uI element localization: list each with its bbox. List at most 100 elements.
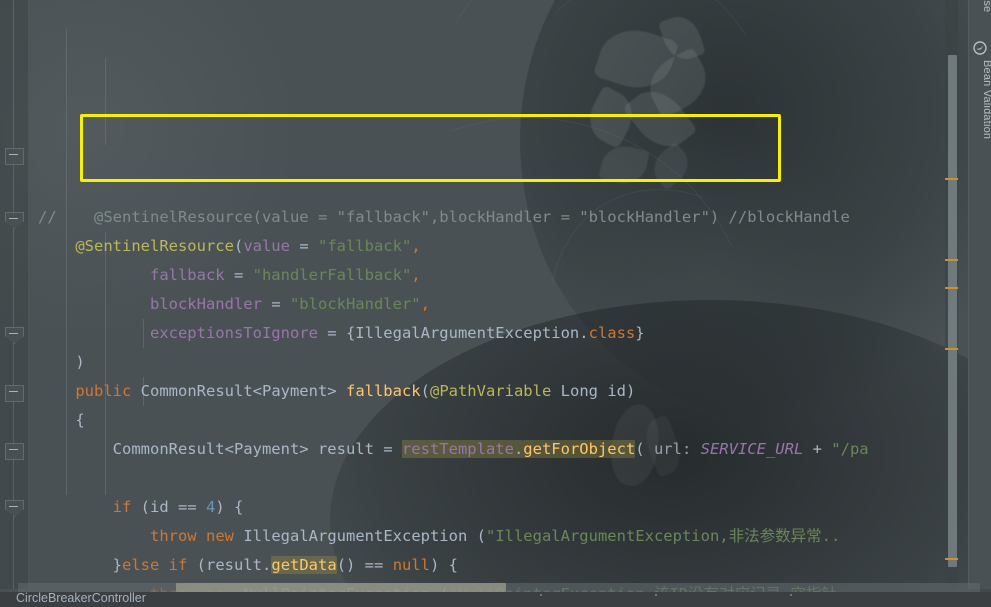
fold-marker-6[interactable] <box>5 500 24 517</box>
vertical-scrollbar-thumb[interactable] <box>948 55 957 567</box>
breadcrumb[interactable]: CircleBreakerController <box>16 591 146 605</box>
code-token: == <box>168 498 206 516</box>
line-annotation-open[interactable]: @SentinelResource(value = "fallback", <box>28 232 991 261</box>
bean-validation-icon <box>973 40 987 55</box>
line-fallback-attr[interactable]: fallback = "handlerFallback", <box>28 261 991 290</box>
code-token: "handlerFallback" <box>252 266 412 284</box>
code-token: else <box>122 556 160 574</box>
code-token: = <box>373 440 402 458</box>
code-token: CommonResult<Payment> <box>112 440 309 458</box>
line-else-if-getdata[interactable]: }else if (result.getData() == null) { <box>28 551 991 580</box>
code-token: ( <box>131 498 150 516</box>
marker-stripe-5[interactable] <box>945 558 958 560</box>
code-token: . <box>579 324 589 342</box>
editor-gutter[interactable] <box>0 0 29 589</box>
marker-stripe-4[interactable] <box>945 348 958 350</box>
code-token: Long <box>560 382 598 400</box>
marker-stripe-1[interactable] <box>945 178 958 180</box>
line-exceptions-to-ignore[interactable]: exceptionsToIgnore = {IllegalArgumentExc… <box>28 319 991 348</box>
ide-editor-window: // @SentinelResource(value = "fallback",… <box>0 0 991 607</box>
code-token: IllegalArgumentException <box>355 324 580 342</box>
code-text-area[interactable]: // @SentinelResource(value = "fallback",… <box>28 0 991 603</box>
code-token: ) <box>626 382 636 400</box>
code-token: throw <box>149 527 197 545</box>
code-token: "IllegalArgumentException,非法参数异常.. <box>485 527 841 545</box>
code-token: = <box>261 295 290 313</box>
line-annotation-close[interactable]: ) <box>28 348 991 377</box>
code-token: = <box>289 237 318 255</box>
code-token: null <box>392 556 431 574</box>
line-method-open-brace[interactable]: { <box>28 406 991 435</box>
code-token: "blockHandler" <box>289 295 421 313</box>
code-token: @PathVariable <box>429 382 552 400</box>
code-token: { <box>75 411 85 429</box>
code-token: getForObject <box>523 440 636 458</box>
code-token: 4 <box>206 498 216 516</box>
code-token: result <box>206 556 263 574</box>
code-token: class <box>588 324 636 342</box>
line-commented-annotation[interactable]: // @SentinelResource(value = "fallback",… <box>28 203 991 232</box>
right-tool-window-strip[interactable]: ase Bean Validation <box>968 0 991 589</box>
code-token: ( <box>187 556 207 574</box>
tool-tab-clipped[interactable]: ase <box>971 0 991 12</box>
fold-marker-3[interactable] <box>5 327 24 344</box>
code-token: @SentinelResource(value = "fallback",blo… <box>94 208 850 226</box>
marker-stripe-3[interactable] <box>945 287 958 289</box>
code-token: if <box>168 556 188 574</box>
line-blank-1[interactable] <box>28 464 991 493</box>
fold-marker-2[interactable] <box>5 212 24 229</box>
code-token: ( <box>420 382 430 400</box>
code-token: } <box>635 324 645 342</box>
code-token: , <box>411 266 421 284</box>
line-if-id-check[interactable]: if (id == 4) { <box>28 493 991 522</box>
code-token: // <box>38 208 94 226</box>
code-token: id <box>607 382 626 400</box>
line-rest-template-call[interactable]: CommonResult<Payment> result = restTempl… <box>28 435 991 464</box>
code-token: url: <box>644 440 692 458</box>
horizontal-scrollbar-track[interactable] <box>18 583 980 592</box>
code-token: getData <box>271 556 337 574</box>
status-bar: CircleBreakerController <box>0 591 991 607</box>
code-token: ( <box>635 440 645 458</box>
line-throw-illegal-argument[interactable]: throw new IllegalArgumentException ("Ill… <box>28 522 991 551</box>
line-blockhandler-attr[interactable]: blockHandler = "blockHandler", <box>28 290 991 319</box>
code-token: ) <box>75 353 85 371</box>
line-method-signature[interactable]: public CommonResult<Payment> fallback(@P… <box>28 377 991 406</box>
tool-tab-bean-validation[interactable]: Bean Validation <box>971 60 991 139</box>
code-token: "fallback" <box>317 237 412 255</box>
code-token: new <box>206 527 234 545</box>
fold-marker-4[interactable] <box>5 385 24 402</box>
code-token: restTemplate <box>401 440 514 458</box>
fold-marker-5[interactable] <box>5 443 24 460</box>
code-token: , <box>420 295 430 313</box>
code-token: ( <box>467 527 486 545</box>
marker-stripe-2[interactable] <box>945 259 958 261</box>
code-token: exceptionsToIgnore <box>149 324 318 342</box>
code-token: , <box>411 237 421 255</box>
horizontal-scrollbar-thumb[interactable] <box>176 583 506 592</box>
fold-marker-1[interactable] <box>5 148 24 165</box>
code-token: result <box>317 440 374 458</box>
code-token: value <box>243 237 290 255</box>
code-token: = <box>224 266 253 284</box>
code-token: "/pa <box>831 440 869 458</box>
code-token: ) { <box>430 556 459 574</box>
code-token: ) { <box>215 498 244 516</box>
code-token: IllegalArgumentException <box>243 527 468 545</box>
code-token: public <box>75 382 132 400</box>
